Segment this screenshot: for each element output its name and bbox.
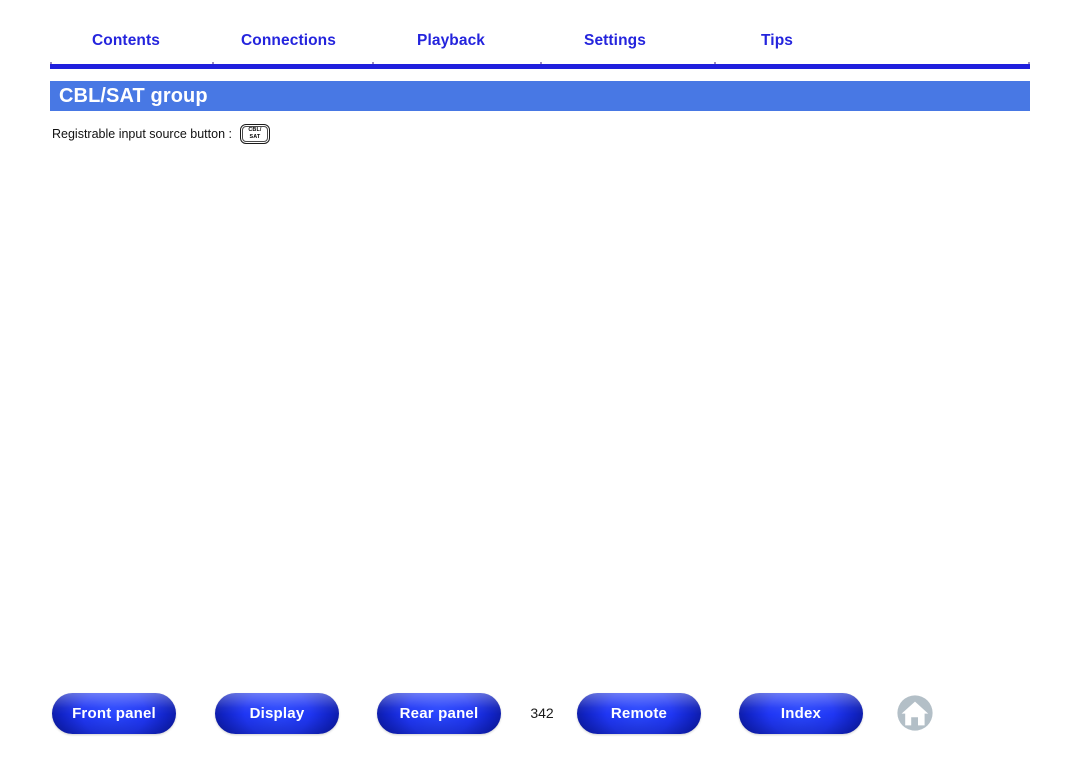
footer-button-label: Display [249,705,305,722]
registrable-input-source-label: Registrable input source button : [52,127,232,141]
page-title: CBL/SAT group [59,85,208,107]
nav-link-playback[interactable]: Playback [417,32,485,50]
page-title-banner: CBL/SAT group [50,81,1030,111]
footer-button-label: Front panel [72,705,156,722]
footer-button-display[interactable]: Display [215,693,339,734]
footer-button-label: Rear panel [399,705,479,722]
footer-button-remote[interactable]: Remote [577,693,701,734]
footer-button-label: Index [780,705,822,722]
footer-button-rear-panel[interactable]: Rear panel [377,693,501,734]
footer-button-index[interactable]: Index [739,693,863,734]
footer-button-front-panel[interactable]: Front panel [52,693,176,734]
page-content: Registrable input source button : CBL/ S… [52,122,1030,146]
footer-button-label: Remote [610,705,668,722]
top-navigation-links: Contents Connections Playback Settings T… [50,32,1030,60]
nav-link-contents[interactable]: Contents [92,32,160,50]
remote-key-label-line1: CBL/ [248,127,262,134]
nav-link-settings[interactable]: Settings [584,32,646,50]
registrable-input-source-row: Registrable input source button : CBL/ S… [52,122,1030,146]
page-number: 342 [530,705,554,721]
navigation-rule [50,62,1030,69]
remote-key-cbl-sat-button[interactable]: CBL/ SAT [239,124,270,144]
nav-link-connections[interactable]: Connections [241,32,336,50]
top-navigation: Contents Connections Playback Settings T… [50,32,1030,69]
footer: Front panel Display Rear panel 342 Remot… [0,693,1080,743]
remote-key-label-line2: SAT [249,133,261,140]
nav-link-tips[interactable]: Tips [761,32,793,50]
navigation-bar [50,64,1030,69]
remote-key-inner: CBL/ SAT [241,126,268,142]
home-icon[interactable] [896,694,934,732]
